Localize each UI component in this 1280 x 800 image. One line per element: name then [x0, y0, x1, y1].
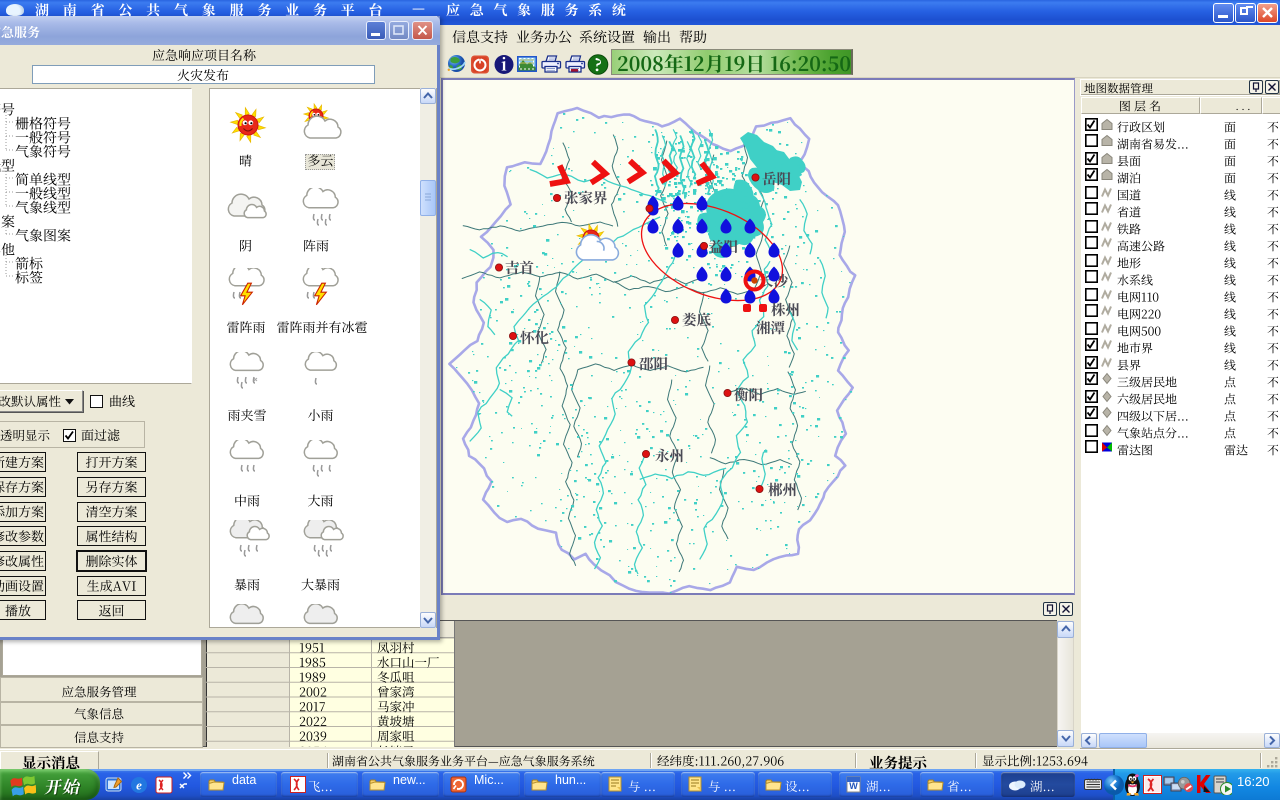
svg-text:W: W	[849, 781, 858, 791]
svg-text:e: e	[136, 778, 142, 793]
